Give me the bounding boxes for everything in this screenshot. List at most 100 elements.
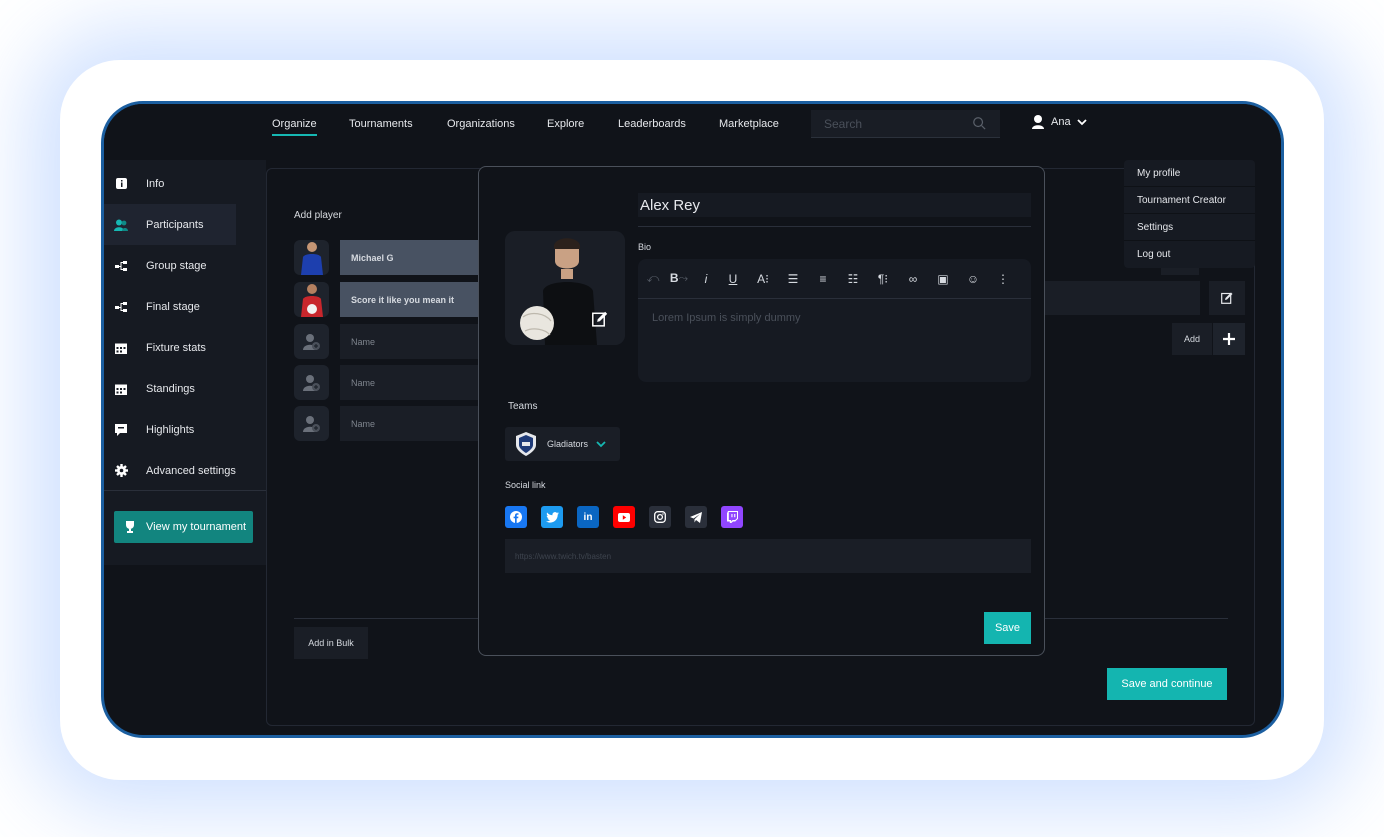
team-selector[interactable]: Gladiators — [505, 427, 620, 461]
sidebar-item-advanced-settings[interactable]: Advanced settings — [104, 450, 266, 491]
calendar-icon — [114, 382, 128, 396]
user-menu[interactable]: Ana — [1031, 114, 1087, 130]
linkedin-icon[interactable]: in — [577, 506, 599, 528]
user-add-icon — [302, 333, 320, 350]
sidebar-item-label: Advanced settings — [146, 464, 236, 477]
menu-item-tournament-creator[interactable]: Tournament Creator — [1124, 187, 1255, 214]
player-avatar-placeholder[interactable] — [294, 365, 329, 400]
undo-icon[interactable]: ⤺ — [642, 271, 664, 286]
sidebar-item-highlights[interactable]: Highlights — [104, 409, 266, 450]
youtube-icon[interactable] — [613, 506, 635, 528]
player-profile-modal: Bio ⤺ B⤳ i U A⁝ ☰ ≡ ☷ ¶⁝ ∞ ▣ ☺ ⋮ Lorem I… — [478, 166, 1045, 656]
add-button[interactable]: Add — [1172, 323, 1212, 355]
nav-leaderboards[interactable]: Leaderboards — [618, 118, 686, 134]
sidebar-divider — [104, 490, 266, 491]
player-photo[interactable] — [505, 231, 625, 345]
trophy-icon — [124, 521, 136, 533]
sidebar-item-label: Highlights — [146, 423, 195, 436]
nav-explore[interactable]: Explore — [547, 118, 584, 134]
link-icon[interactable]: ∞ — [898, 272, 928, 286]
menu-item-log-out[interactable]: Log out — [1124, 241, 1255, 268]
font-size-icon[interactable]: A⁝ — [748, 272, 778, 286]
info-icon — [114, 177, 128, 191]
sidebar-item-label: Standings — [146, 382, 195, 395]
calendar-icon — [114, 341, 128, 355]
nav-organizations[interactable]: Organizations — [447, 118, 515, 134]
sidebar-item-label: Group stage — [146, 259, 207, 272]
bio-text-area[interactable]: Lorem Ipsum is simply dummy — [652, 312, 801, 324]
player-avatar-placeholder[interactable] — [294, 324, 329, 359]
sidebar-item-label: Participants — [146, 218, 204, 231]
player-name-field[interactable]: Score it like you mean it — [340, 282, 500, 317]
underline-icon[interactable]: U — [718, 272, 748, 286]
player-name-field[interactable]: Michael G — [340, 240, 500, 275]
name-underline — [638, 226, 1031, 227]
italic-icon[interactable]: i — [694, 272, 718, 286]
player-avatar[interactable] — [294, 282, 329, 317]
bracket-icon — [114, 300, 128, 314]
emoji-icon[interactable]: ☺ — [958, 272, 988, 286]
player-name-field[interactable]: Name — [340, 324, 500, 359]
telegram-icon[interactable] — [685, 506, 707, 528]
sidebar-item-standings[interactable]: Standings — [104, 368, 266, 409]
instagram-icon[interactable] — [649, 506, 671, 528]
twitch-icon[interactable] — [721, 506, 743, 528]
align-center-icon[interactable]: ≡ — [808, 272, 838, 286]
nav-marketplace[interactable]: Marketplace — [719, 118, 779, 134]
nav-tournaments[interactable]: Tournaments — [349, 118, 413, 134]
bio-editor: ⤺ B⤳ i U A⁝ ☰ ≡ ☷ ¶⁝ ∞ ▣ ☺ ⋮ Lorem Ipsum… — [638, 259, 1031, 382]
player-photo-image — [505, 231, 625, 345]
social-link-input[interactable] — [505, 539, 1031, 573]
user-dropdown-menu: My profile Tournament Creator Settings L… — [1124, 160, 1255, 268]
list-icon[interactable]: ☷ — [838, 272, 868, 286]
player-name-field[interactable]: Name — [340, 406, 500, 441]
more-icon[interactable]: ⋮ — [988, 272, 1018, 286]
gear-icon — [114, 464, 128, 478]
chevron-down-icon — [596, 441, 606, 448]
sidebar: Info Participants Group stage Final stag… — [104, 160, 266, 565]
edit-photo-icon[interactable] — [592, 311, 608, 327]
user-add-icon — [302, 415, 320, 432]
bracket-icon — [114, 259, 128, 273]
player-name-input[interactable] — [638, 193, 1031, 217]
plus-icon — [1223, 333, 1235, 345]
message-icon — [114, 423, 128, 437]
add-in-bulk-button[interactable]: Add in Bulk — [294, 627, 368, 659]
align-left-icon[interactable]: ☰ — [778, 272, 808, 286]
sidebar-item-info[interactable]: Info — [104, 163, 266, 204]
save-and-continue-button[interactable]: Save and continue — [1107, 668, 1227, 700]
twitter-icon[interactable] — [541, 506, 563, 528]
menu-item-my-profile[interactable]: My profile — [1124, 160, 1255, 187]
facebook-icon[interactable] — [505, 506, 527, 528]
chevron-down-icon — [1076, 119, 1087, 126]
user-icon — [1032, 115, 1044, 129]
add-plus-button[interactable] — [1213, 323, 1245, 355]
nav-organize[interactable]: Organize — [272, 118, 317, 136]
user-name: Ana — [1051, 116, 1071, 128]
top-navigation: Organize Tournaments Organizations Explo… — [104, 104, 1281, 160]
sidebar-item-final-stage[interactable]: Final stage — [104, 286, 266, 327]
user-add-icon — [302, 374, 320, 391]
sidebar-item-label: Info — [146, 177, 165, 190]
view-tournament-button[interactable]: View my tournament — [114, 511, 253, 543]
paragraph-icon[interactable]: ¶⁝ — [868, 272, 898, 286]
modal-save-button[interactable]: Save — [984, 612, 1031, 644]
sidebar-item-participants[interactable]: Participants — [104, 204, 236, 245]
sidebar-item-fixture-stats[interactable]: Fixture stats — [104, 327, 266, 368]
player-name-field[interactable]: Name — [340, 365, 500, 400]
app-window: Organize Tournaments Organizations Explo… — [101, 101, 1284, 738]
social-icons-row: in — [505, 506, 743, 528]
menu-item-settings[interactable]: Settings — [1124, 214, 1255, 241]
teams-label: Teams — [508, 401, 538, 412]
image-icon[interactable]: ▣ — [928, 272, 958, 286]
search-icon[interactable] — [972, 116, 986, 130]
users-icon — [114, 218, 128, 232]
player-avatar-placeholder[interactable] — [294, 406, 329, 441]
sidebar-item-label: Final stage — [146, 300, 200, 313]
edit-icon — [1221, 292, 1233, 304]
add-player-label: Add player — [294, 210, 342, 221]
sidebar-item-group-stage[interactable]: Group stage — [104, 245, 266, 286]
edit-button[interactable] — [1209, 281, 1245, 315]
bold-icon[interactable]: B⤳ — [664, 271, 694, 286]
player-avatar[interactable] — [294, 240, 329, 275]
